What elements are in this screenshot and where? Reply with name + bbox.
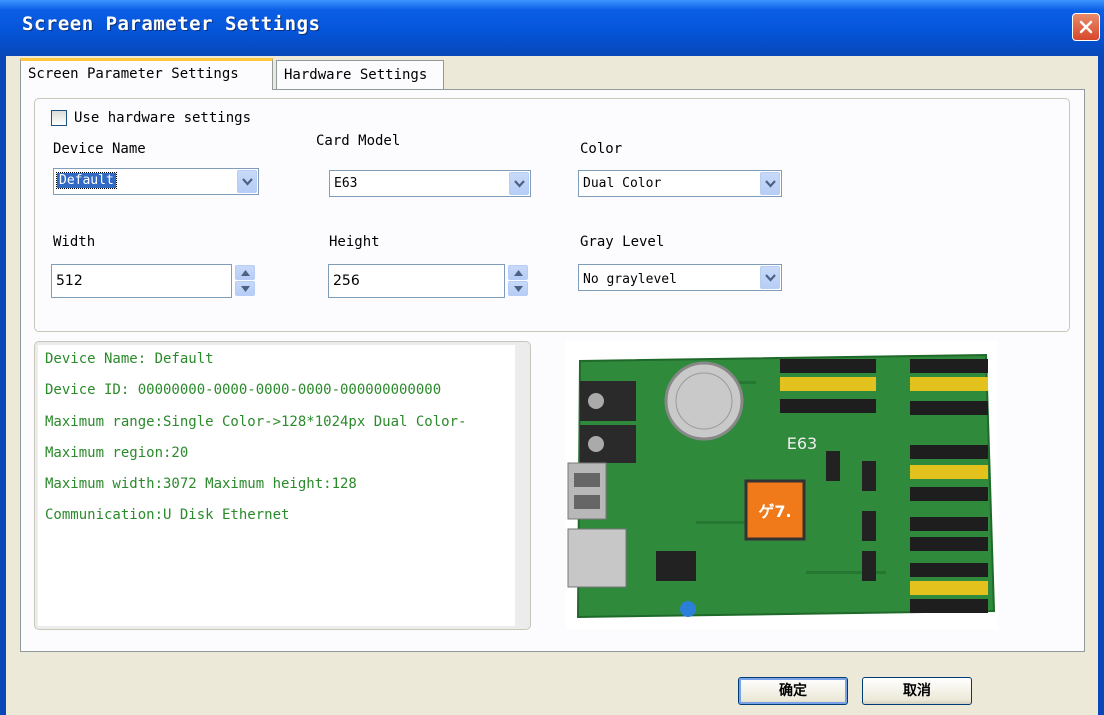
color-label: Color bbox=[580, 141, 623, 157]
ok-button[interactable]: 确定 bbox=[738, 677, 848, 705]
title-bar[interactable]: Screen Parameter Settings bbox=[0, 0, 1104, 56]
info-line: Communication:U Disk Ethernet bbox=[45, 507, 290, 523]
height-increment-button[interactable] bbox=[508, 265, 528, 280]
device-name-value: Default bbox=[56, 172, 117, 189]
height-decrement-button[interactable] bbox=[508, 281, 528, 296]
chevron-down-icon bbox=[765, 180, 776, 188]
dialog-window: Screen Parameter Settings Screen Paramet… bbox=[0, 0, 1104, 715]
arrow-down-icon bbox=[241, 286, 250, 292]
gray-level-select[interactable]: No graylevel bbox=[578, 264, 782, 291]
arrow-up-icon bbox=[241, 270, 250, 276]
info-line: Maximum width:3072 Maximum height:128 bbox=[45, 476, 357, 492]
width-decrement-button[interactable] bbox=[235, 281, 255, 296]
info-line: Maximum range:Single Color->128*1024px D… bbox=[45, 414, 467, 430]
close-icon bbox=[1079, 20, 1093, 34]
width-spinner[interactable] bbox=[235, 265, 255, 297]
width-increment-button[interactable] bbox=[235, 265, 255, 280]
board-model-label: E63 bbox=[787, 434, 817, 453]
control-card-image: ゲ7. E63 bbox=[566, 341, 998, 630]
device-name-select[interactable]: Default bbox=[53, 168, 259, 195]
color-select[interactable]: Dual Color bbox=[578, 170, 782, 197]
arrow-up-icon bbox=[514, 270, 523, 276]
card-model-select[interactable]: E63 bbox=[329, 170, 531, 197]
gray-level-value: No graylevel bbox=[583, 272, 677, 287]
height-spinner[interactable] bbox=[508, 265, 528, 297]
window-frame-left bbox=[0, 56, 6, 715]
device-name-label: Device Name bbox=[53, 141, 146, 157]
info-line: Device ID: 00000000-0000-0000-0000-00000… bbox=[45, 382, 442, 398]
device-info-box: Device Name: Default Device ID: 00000000… bbox=[34, 341, 531, 630]
width-label: Width bbox=[53, 234, 96, 250]
color-value: Dual Color bbox=[583, 176, 662, 191]
use-hardware-checkbox[interactable] bbox=[51, 110, 67, 126]
height-input[interactable]: 256 bbox=[328, 264, 505, 298]
info-line: Maximum region:20 bbox=[45, 445, 189, 461]
height-label: Height bbox=[329, 234, 380, 250]
chip-label: ゲ7. bbox=[758, 502, 791, 521]
close-button[interactable] bbox=[1072, 13, 1100, 41]
card-model-label: Card Model bbox=[316, 133, 401, 149]
window-frame-right bbox=[1098, 56, 1104, 715]
cancel-button[interactable]: 取消 bbox=[862, 677, 972, 705]
width-input[interactable]: 512 bbox=[51, 264, 232, 298]
device-name-dropdown-button[interactable] bbox=[237, 170, 257, 193]
gray-level-label: Gray Level bbox=[580, 234, 665, 250]
card-model-dropdown-button[interactable] bbox=[509, 172, 529, 195]
control-card-board: ゲ7. E63 bbox=[567, 353, 996, 619]
width-value: 512 bbox=[56, 273, 83, 289]
card-model-value: E63 bbox=[334, 176, 358, 191]
window-title: Screen Parameter Settings bbox=[22, 13, 321, 35]
chevron-down-icon bbox=[514, 180, 525, 188]
height-value: 256 bbox=[333, 273, 360, 289]
chevron-down-icon bbox=[242, 178, 253, 186]
tab-screen-parameter-settings[interactable]: Screen Parameter Settings bbox=[20, 58, 273, 90]
gray-level-dropdown-button[interactable] bbox=[760, 266, 780, 289]
device-info-text[interactable]: Device Name: Default Device ID: 00000000… bbox=[38, 345, 515, 626]
arrow-down-icon bbox=[514, 286, 523, 292]
color-dropdown-button[interactable] bbox=[760, 172, 780, 195]
battery-icon bbox=[664, 361, 744, 441]
info-line: Device Name: Default bbox=[45, 351, 214, 367]
chevron-down-icon bbox=[765, 274, 776, 282]
use-hardware-label: Use hardware settings bbox=[74, 110, 252, 126]
tab-hardware-settings[interactable]: Hardware Settings bbox=[276, 60, 444, 89]
